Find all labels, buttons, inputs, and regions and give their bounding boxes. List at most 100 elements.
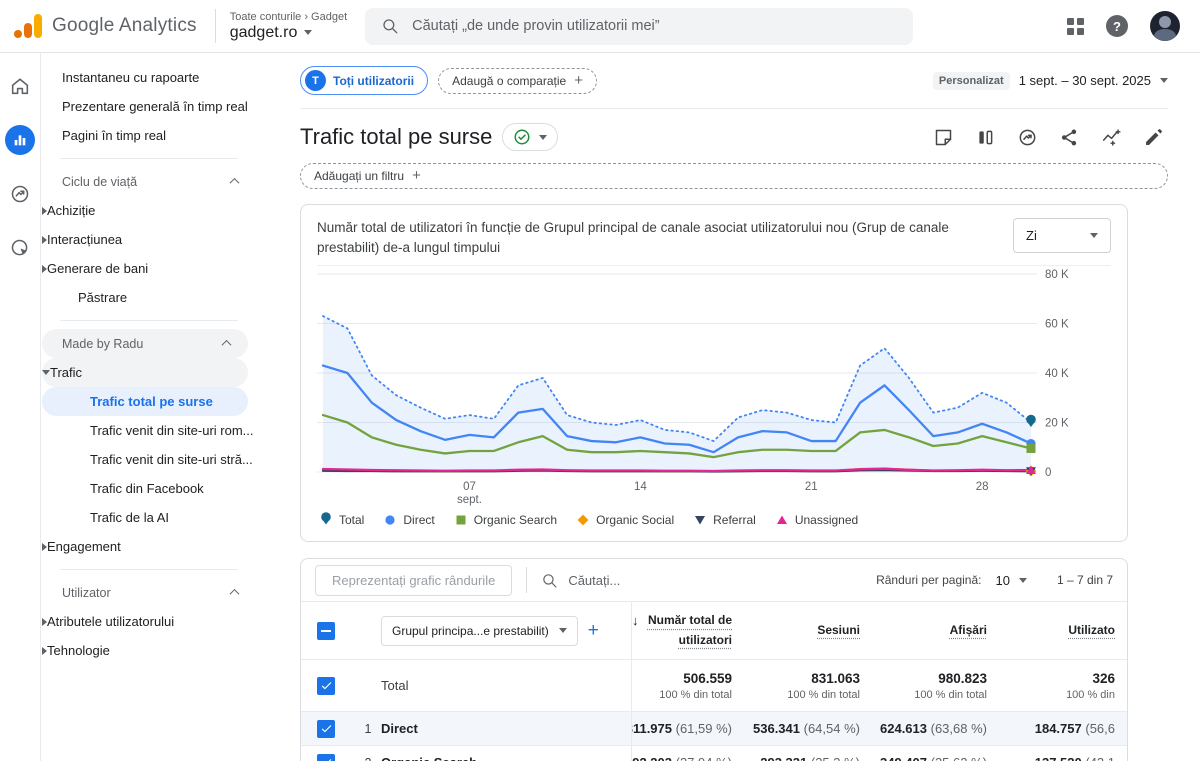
main-content: T Toți utilizatorii Adaugă o comparație … [256,53,1200,761]
audience-avatar: T [305,70,326,91]
sidebar-item-label: Pagini în timp real [62,128,166,143]
sidebar-item-prezentare-general-n-timp-real[interactable]: Prezentare generală în timp real [42,92,256,121]
metric-cell: 349.407 (35,62 %) [872,746,999,761]
rail-home-button[interactable] [5,71,35,101]
reports-bar-chart-icon [12,132,28,148]
sidebar-item-ciclu-de-via[interactable]: Ciclu de viață [42,167,256,196]
chevron-down-icon [559,628,567,633]
column-header-sesiuni[interactable]: Sesiuni [744,602,872,659]
page-title: Trafic total pe surse [300,124,492,150]
report-status-dropdown[interactable] [502,123,558,151]
apps-grid-button[interactable] [1067,18,1084,35]
rows-per-page-label: Rânduri per pagină: [876,573,981,587]
table-row-organic-search[interactable]: 2Organic Search192.203 (37,94 %)293.331 … [301,745,1127,761]
sidebar-divider [60,569,238,570]
sidebar-item-label: Atributele utilizatorului [47,614,174,629]
sidebar-item-p-strare[interactable]: Păstrare [42,283,256,312]
table-search-placeholder: Căutați... [568,573,620,588]
rail-advertising-button[interactable] [5,233,35,263]
sort-desc-icon: ↓ [632,611,639,632]
legend-item-direct[interactable]: Direct [383,512,434,527]
date-range-text: 1 sept. – 30 sept. 2025 [1019,73,1151,88]
sidebar-item-made-by-radu[interactable]: Made by Radu [42,329,248,358]
legend-item-organic-search[interactable]: Organic Search [454,512,557,527]
sidebar-item-atributele-utilizatorului[interactable]: Atributele utilizatorului [42,607,256,636]
share-button[interactable] [1059,127,1080,148]
sidebar-item-trafic-total-pe-surse[interactable]: Trafic total pe surse [42,387,248,416]
home-icon [9,75,31,97]
account-switcher[interactable]: Toate conturile › Gadget gadget.ro [230,11,347,42]
add-comparison-chip[interactable]: Adaugă o comparație + [438,68,597,94]
segment-bar: T Toți utilizatorii Adaugă o comparație … [300,66,1168,109]
legend-item-organic-social[interactable]: Organic Social [576,512,674,527]
date-range-picker[interactable]: Personalizat 1 sept. – 30 sept. 2025 [933,72,1168,90]
audience-chip-all-users[interactable]: T Toți utilizatorii [300,66,428,95]
svg-text:80 K: 80 K [1045,269,1069,281]
sidebar-item-utilizator[interactable]: Utilizator [42,578,256,607]
ab-compare-icon [975,127,996,148]
column-header-utilizato[interactable]: Utilizato [999,602,1127,659]
help-button[interactable]: ? [1106,15,1128,37]
plot-rows-button[interactable]: Reprezentați grafic rândurile [315,565,512,596]
chevron-up-icon [230,589,240,599]
account-avatar[interactable] [1150,11,1180,41]
column-header-afișări[interactable]: Afișări [872,602,999,659]
edit-button[interactable] [1143,127,1164,148]
legend-item-unassigned[interactable]: Unassigned [775,512,858,527]
rail-reports-button[interactable] [5,125,35,155]
sidebar-item-label: Generare de bani [47,261,148,276]
sidebar-item-interac-iunea[interactable]: Interacțiunea [42,225,256,254]
check-icon [320,756,333,761]
interval-select[interactable]: Zi [1013,218,1111,253]
sparkline-insights-button[interactable] [1101,127,1122,148]
row-checkbox[interactable] [317,677,335,695]
sidebar-item-label: Instantaneu cu rapoarte [62,70,199,85]
chevron-up-icon [222,340,232,350]
sidebar-item-generare-de-bani[interactable]: Generare de bani [42,254,256,283]
legend-label: Direct [403,513,434,527]
chevron-down-icon [539,135,547,140]
row-checkbox[interactable] [317,754,335,761]
check-icon [320,679,333,692]
metric-cell: 293.331 (35,3 %) [744,746,872,761]
sidebar-item-label: Engagement [47,539,121,554]
global-search-input[interactable]: Căutați „de unde provin utilizatorii mei… [365,8,913,45]
ga-home-link[interactable]: Google Analytics [0,14,211,38]
interval-value: Zi [1026,228,1037,243]
sidebar-item-trafic-din-facebook[interactable]: Trafic din Facebook [42,474,256,503]
column-header-număr-total-de-utilizatori[interactable]: ↓Număr total de utilizatori [631,602,744,659]
add-filter-chip[interactable]: Adăugați un filtru + [300,163,1168,189]
sidebar-item-trafic[interactable]: Trafic [42,358,248,387]
sidebar-item-trafic-venit-din-site-uri-str[interactable]: Trafic venit din site-uri stră... [42,445,256,474]
sidebar-item-tehnologie[interactable]: Tehnologie [42,636,256,665]
check-icon [320,722,333,735]
legend-item-referral[interactable]: Referral [693,512,756,527]
row-dimension-value: Organic Search [381,755,631,761]
metric-cell: 192.203 (37,94 %) [631,746,744,761]
row-checkbox[interactable] [317,720,335,738]
table-row-direct[interactable]: 1Direct311.975 (61,59 %)536.341 (64,54 %… [301,711,1127,745]
add-dimension-button[interactable]: + [588,620,599,642]
svg-text:60 K: 60 K [1045,319,1069,331]
chevron-down-icon [1160,78,1168,83]
table-search-input[interactable]: Căutați... [541,572,876,589]
rail-explore-button[interactable] [5,179,35,209]
insights-button[interactable] [1017,127,1038,148]
dimension-dropdown[interactable]: Grupul principa...e prestabilit) [381,616,578,646]
sidebar-item-achizi-ie[interactable]: Achiziție [42,196,256,225]
sidebar-item-trafic-venit-din-site-uri-rom[interactable]: Trafic venit din site-uri rom... [42,416,256,445]
select-all-checkbox[interactable] [317,622,335,640]
total-metric-cell: 980.823100 % din total [872,660,999,711]
sidebar-item-label: Prezentare generală în timp real [62,99,248,114]
sidebar-item-engagement[interactable]: Engagement [42,532,256,561]
sidebar-item-pagini-n-timp-real[interactable]: Pagini în timp real [42,121,256,150]
rows-per-page-select[interactable]: 10 [995,573,1026,588]
sidebar-divider [60,158,238,159]
legend-marker-icon [576,512,590,527]
legend-item-total[interactable]: Total [319,512,364,527]
add-note-button[interactable] [933,127,954,148]
compare-reports-button[interactable] [975,127,996,148]
sidebar-item-trafic-de-la-ai[interactable]: Trafic de la AI [42,503,256,532]
sidebar-item-instantaneu-cu-rapoarte[interactable]: Instantaneu cu rapoarte [42,63,256,92]
legend-label: Organic Social [596,513,674,527]
